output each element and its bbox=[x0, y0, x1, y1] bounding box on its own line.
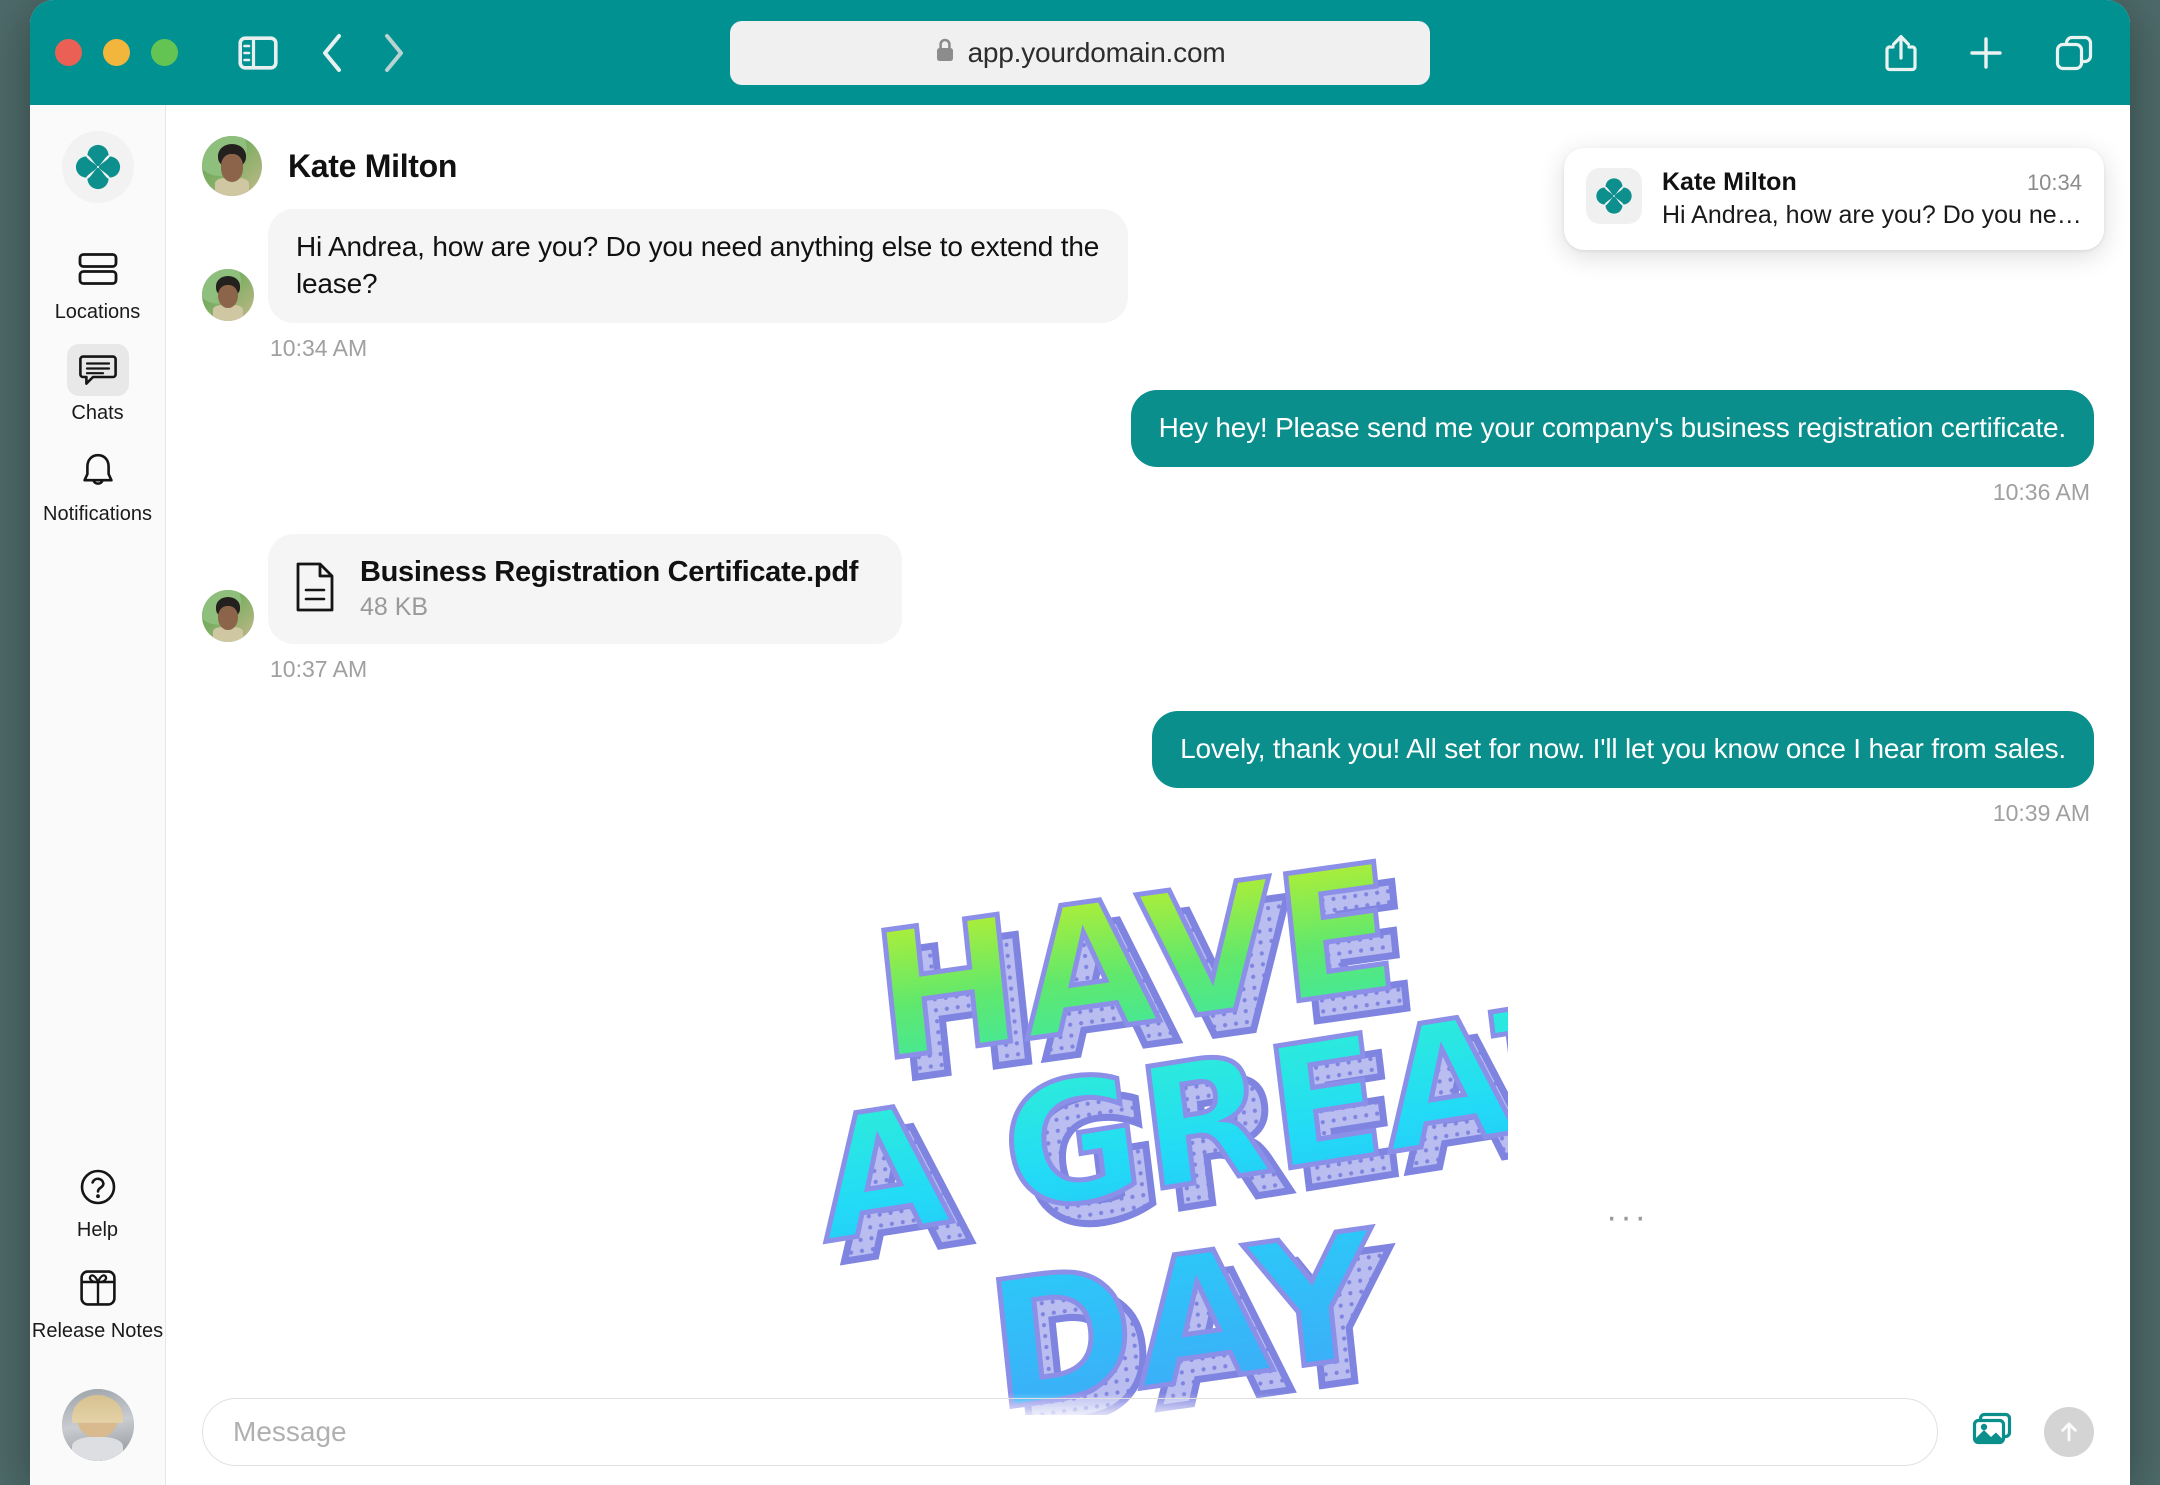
notification-preview: Hi Andrea, how are you? Do you need any… bbox=[1662, 201, 2082, 229]
sidebar-item-chats[interactable]: Chats bbox=[43, 344, 153, 423]
sidebar-item-notifications[interactable]: Notifications bbox=[43, 445, 153, 524]
sidebar-item-release-notes[interactable]: Release Notes bbox=[32, 1262, 163, 1341]
message-row-outgoing: Hey hey! Please send me your company's b… bbox=[202, 389, 2094, 467]
message-bubble: Lovely, thank you! All set for now. I'll… bbox=[1152, 711, 2094, 789]
chat-panel: Kate Milton Hi Andrea, how are you? Do y… bbox=[166, 105, 2130, 1485]
avatar[interactable] bbox=[61, 1389, 134, 1461]
app-shell: Locations Chats Notifications Help Relea… bbox=[30, 105, 2130, 1485]
clover-logo bbox=[1586, 168, 1642, 224]
message-bubble: Hey hey! Please send me your company's b… bbox=[1130, 389, 2094, 467]
message-timestamp: 10:34 AM bbox=[270, 334, 368, 361]
document-icon bbox=[294, 561, 336, 618]
browser-titlebar: app.yourdomain.com bbox=[30, 0, 2130, 105]
message-composer bbox=[166, 1393, 2130, 1485]
avatar[interactable] bbox=[202, 136, 262, 196]
sidebar-item-label: Release Notes bbox=[31, 1320, 164, 1342]
sidebar-item-help[interactable]: Help bbox=[43, 1161, 153, 1240]
notification-body: Kate Milton 10:34 Hi Andrea, how are you… bbox=[1662, 168, 2082, 230]
sidebar-item-locations[interactable]: Locations bbox=[43, 243, 153, 322]
clover-logo[interactable] bbox=[61, 131, 134, 203]
message-options-button[interactable]: ··· bbox=[1606, 1200, 1649, 1234]
file-size: 48 KB bbox=[360, 593, 429, 622]
chevron-left-icon[interactable] bbox=[320, 33, 344, 73]
gift-icon bbox=[67, 1262, 129, 1314]
left-sidebar: Locations Chats Notifications Help Relea… bbox=[30, 105, 166, 1485]
message-input[interactable] bbox=[202, 1398, 1938, 1466]
sidebar-item-label: Help bbox=[76, 1219, 119, 1241]
share-icon[interactable] bbox=[1884, 33, 1918, 73]
notification-title: Kate Milton bbox=[1662, 168, 1797, 196]
window-controls bbox=[55, 39, 178, 66]
sidebar-toggle-icon[interactable] bbox=[238, 35, 278, 70]
stacked-bars-icon bbox=[67, 243, 129, 295]
avatar[interactable] bbox=[202, 590, 254, 643]
address-bar-text: app.yourdomain.com bbox=[967, 36, 1226, 68]
chat-bubble-icon bbox=[66, 344, 129, 396]
notification-toast[interactable]: Kate Milton 10:34 Hi Andrea, how are you… bbox=[1564, 148, 2104, 250]
avatar[interactable] bbox=[202, 268, 254, 321]
browser-window: app.yourdomain.com Locations Chats Notif… bbox=[30, 0, 2130, 1485]
close-button[interactable] bbox=[55, 39, 82, 66]
chevron-right-icon[interactable] bbox=[382, 33, 406, 73]
sidebar-item-label: Locations bbox=[54, 301, 141, 323]
message-row-gif: HAVE HAVE A GREAT A GREAT DAY DAY bbox=[202, 855, 2094, 1416]
message-timestamp: 10:37 AM bbox=[270, 656, 368, 683]
question-circle-icon bbox=[67, 1161, 129, 1213]
page-title: Kate Milton bbox=[288, 147, 458, 184]
lock-icon bbox=[935, 37, 955, 68]
sidebar-item-label: Chats bbox=[71, 402, 124, 424]
address-bar[interactable]: app.yourdomain.com bbox=[730, 20, 1430, 85]
message-row-incoming: Business Registration Certificate.pdf 48… bbox=[202, 533, 2094, 645]
file-name: Business Registration Certificate.pdf bbox=[360, 555, 859, 588]
message-timestamp: 10:39 AM bbox=[1992, 800, 2090, 827]
bell-icon bbox=[67, 445, 129, 497]
minimize-button[interactable] bbox=[103, 39, 130, 66]
gif-attachment[interactable]: HAVE HAVE A GREAT A GREAT DAY DAY bbox=[788, 855, 1508, 1416]
plus-icon[interactable] bbox=[1968, 35, 2004, 71]
have-a-great-day-gif: HAVE HAVE A GREAT A GREAT DAY DAY bbox=[788, 855, 1508, 1416]
message-timestamp: 10:36 AM bbox=[1992, 478, 2090, 505]
browser-toolbar-right bbox=[1884, 33, 2094, 73]
sidebar-bottom: Help Release Notes bbox=[30, 1161, 165, 1461]
sidebar-item-label: Notifications bbox=[43, 503, 152, 525]
message-row-outgoing: Lovely, thank you! All set for now. I'll… bbox=[202, 711, 2094, 789]
notification-time: 10:34 bbox=[2026, 170, 2082, 195]
message-list[interactable]: Hi Andrea, how are you? Do you need anyt… bbox=[166, 209, 2130, 1485]
zoom-button[interactable] bbox=[151, 39, 178, 66]
tabs-icon[interactable] bbox=[2054, 34, 2094, 72]
image-stack-icon[interactable] bbox=[1968, 1411, 2014, 1453]
file-attachment[interactable]: Business Registration Certificate.pdf 48… bbox=[268, 533, 903, 645]
message-bubble: Hi Andrea, how are you? Do you need anyt… bbox=[268, 209, 1128, 323]
send-arrow-up-icon[interactable] bbox=[2044, 1407, 2094, 1457]
